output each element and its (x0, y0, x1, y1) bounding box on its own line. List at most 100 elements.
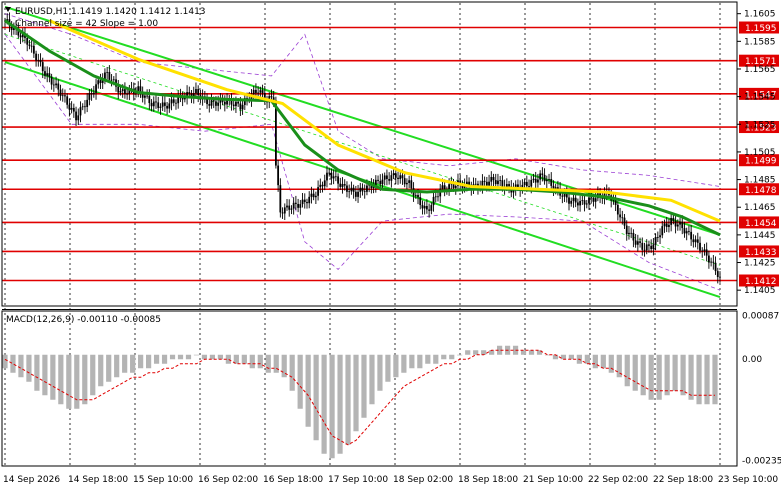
candle-body (44, 71, 46, 76)
candle-body (397, 177, 399, 180)
macd-histogram-bar (50, 354, 56, 400)
candle-body (474, 183, 477, 185)
macd-histogram-bar (704, 354, 710, 405)
candle-body (388, 178, 391, 181)
channel-info-text: Channel size = 42 Slope = 1.00 (15, 19, 158, 29)
candle-body (354, 191, 357, 197)
candle-body (710, 261, 713, 263)
candle-body (645, 244, 648, 251)
candle-body (223, 101, 226, 105)
candle-body (195, 89, 197, 94)
macd-label: MACD(12,26,9) -0.00110 -0.00085 (6, 315, 161, 325)
candle-body (561, 195, 564, 197)
macd-histogram-bar (648, 354, 654, 400)
candle-body (292, 202, 295, 209)
candle-body (550, 178, 553, 186)
candle-body (90, 93, 93, 95)
candle-body (161, 102, 164, 107)
subwindow-separator (2, 309, 737, 310)
candle-body (257, 92, 260, 94)
macd-histogram-bar (656, 354, 662, 400)
candle-body (37, 59, 40, 61)
candle-body (35, 53, 37, 61)
candle-body (665, 223, 668, 227)
candle-body (75, 111, 77, 121)
macd-histogram-bar (441, 354, 447, 360)
candle-body (428, 209, 431, 211)
candle-body (146, 95, 149, 97)
candle-body (683, 228, 686, 234)
candle-body (297, 203, 300, 208)
candle-body (92, 92, 95, 95)
candle-body (630, 232, 633, 234)
candle-body (66, 96, 69, 105)
candle-body (648, 244, 650, 246)
candle-body (383, 175, 386, 180)
macd-histogram-bar (122, 354, 128, 373)
candle-body (314, 195, 317, 198)
candle-body (534, 178, 537, 183)
time-tick-label: 17 Sep 10:00 (328, 475, 388, 485)
candle-body (32, 45, 35, 54)
symbol-ohlc-text: EURUSD,H1 1.1419 1.1420 1.1412 1.1413 (15, 7, 206, 17)
candle-body (494, 180, 497, 185)
time-tick-label: 22 Sep 18:00 (653, 475, 713, 485)
macd-histogram-bar (329, 354, 335, 459)
macd-histogram-bar (34, 354, 40, 391)
candle-body (641, 242, 644, 250)
candle-body (177, 96, 180, 104)
candle-body (155, 101, 157, 103)
candle-body (288, 205, 291, 210)
candle-body (286, 205, 288, 208)
macd-histogram-bar (552, 354, 559, 360)
candle-body (485, 181, 488, 186)
candle-body (88, 93, 91, 100)
candle-body (77, 115, 80, 121)
candle-body (270, 96, 273, 98)
candle-body (48, 73, 51, 77)
candle-body (568, 197, 570, 204)
candle-body (255, 89, 257, 93)
candle-body (290, 208, 293, 210)
macd-histogram-bar (425, 354, 431, 364)
candle-body (30, 45, 33, 47)
candle-body (341, 184, 344, 187)
macd-histogram-bar (520, 350, 527, 355)
macd-histogram-bar (544, 354, 551, 356)
candle-body (681, 221, 684, 229)
candle-body (212, 100, 215, 102)
price-tick-label: 1.1525 (744, 120, 776, 130)
candle-body (210, 100, 213, 106)
macd-histogram-bar (528, 350, 535, 355)
candle-body (39, 59, 42, 63)
macd-histogram-bar (161, 354, 168, 364)
candle-body (632, 232, 635, 241)
candle-body (532, 178, 535, 180)
macd-histogram-bar (640, 354, 646, 396)
candle-body (157, 102, 160, 108)
candle-body (86, 99, 89, 107)
candle-body (152, 101, 155, 107)
candle-body (70, 107, 73, 110)
macd-histogram-bar (177, 354, 184, 360)
candle-body (719, 276, 721, 278)
candle-body (483, 180, 486, 182)
level-price-label: 1.1499 (745, 157, 777, 167)
macd-tick-label: -0.00235 (742, 457, 781, 467)
candle-body (434, 196, 437, 198)
macd-histogram-bar (449, 354, 455, 360)
macd-histogram-bar (560, 354, 567, 360)
candle-body (583, 200, 586, 205)
candle-body (592, 197, 595, 202)
macd-histogram-bar (672, 354, 678, 391)
candle-body (339, 183, 342, 187)
macd-histogram-bar (297, 354, 303, 409)
candle-body (643, 249, 646, 251)
candle-body (541, 173, 544, 175)
candle-body (279, 185, 282, 213)
macd-histogram-bar (592, 354, 598, 369)
macd-histogram-bar (353, 354, 359, 432)
candle-body (361, 187, 364, 192)
macd-histogram-bar (664, 354, 670, 396)
price-tick-label: 1.1545 (744, 93, 776, 103)
